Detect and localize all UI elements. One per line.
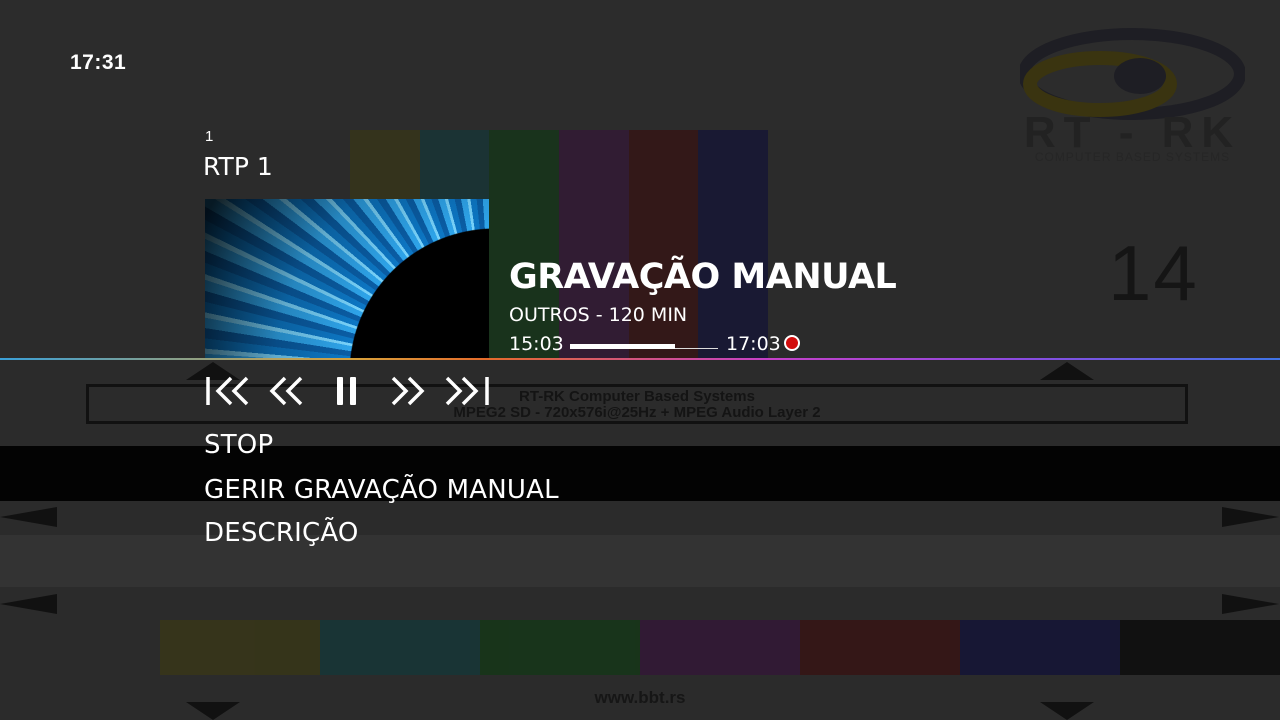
triangle-up-icon <box>1040 362 1094 380</box>
divider-line <box>0 358 1280 360</box>
channel-preview-thumbnail <box>205 199 489 360</box>
bg-band <box>0 535 1280 587</box>
progress-fill <box>570 344 676 349</box>
info-line-1: RT-RK Computer Based Systems <box>519 388 755 405</box>
end-time: 17:03 <box>726 333 781 355</box>
menu-item-description[interactable]: DESCRIÇÃO <box>204 518 359 548</box>
triangle-right-icon <box>1222 507 1279 527</box>
menu-item-manage-manual-recording[interactable]: GERIR GRAVAÇÃO MANUAL <box>204 475 559 505</box>
channel-number: 1 <box>205 128 214 145</box>
program-subtitle: OUTROS - 120 MIN <box>509 304 688 326</box>
clock: 17:31 <box>70 51 127 74</box>
triangle-left-icon <box>0 507 57 527</box>
fast-forward-icon[interactable] <box>389 370 429 412</box>
color-bars-bottom <box>160 620 1280 675</box>
recording-icon <box>784 335 800 351</box>
channel-name: RTP 1 <box>203 152 273 181</box>
triangle-left-icon <box>0 594 57 614</box>
logo-subtitle: COMPUTER BASED SYSTEMS <box>1034 150 1231 164</box>
triangle-down-icon <box>186 702 240 720</box>
background-test-pattern: RT-RK Computer Based Systems MPEG2 SD - … <box>0 0 1280 720</box>
menu-item-stop[interactable]: STOP <box>204 430 273 460</box>
menu-selection-highlight <box>0 446 1280 501</box>
rewind-icon[interactable] <box>267 370 307 412</box>
program-progress-bar <box>570 344 718 349</box>
start-time: 15:03 <box>509 333 564 355</box>
pause-icon[interactable] <box>333 370 363 412</box>
skip-back-icon[interactable] <box>205 370 253 412</box>
triangle-down-icon <box>1040 702 1094 720</box>
program-title: GRAVAÇÃO MANUAL <box>509 257 897 297</box>
info-line-2: MPEG2 SD - 720x576i@25Hz + MPEG Audio La… <box>453 404 821 421</box>
tv-screen: RT-RK Computer Based Systems MPEG2 SD - … <box>0 0 1280 720</box>
skip-forward-icon[interactable] <box>443 370 493 412</box>
test-pattern-number: 14 <box>1108 229 1199 317</box>
triangle-right-icon <box>1222 594 1279 614</box>
